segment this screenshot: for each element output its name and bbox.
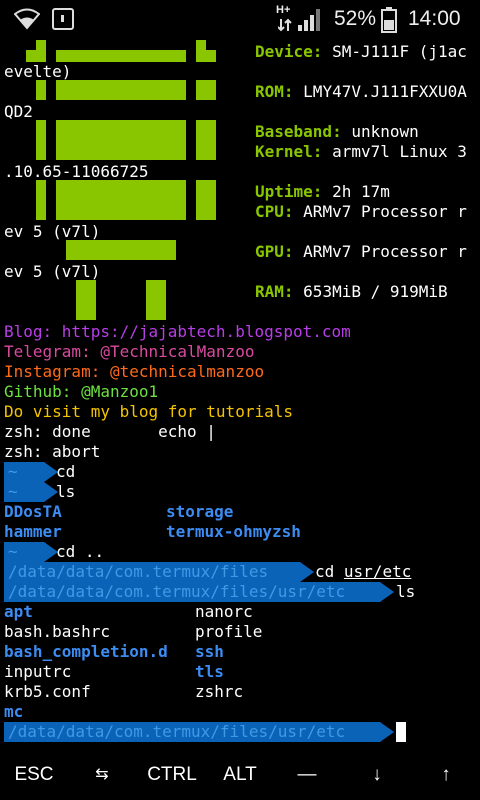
uptime-info: Uptime: 2h 17m: [255, 182, 390, 201]
device-info: Device: SM-J111F (j1ac: [255, 42, 467, 61]
command-text: cd ..: [56, 542, 105, 561]
list-item: apt: [4, 602, 33, 621]
github-line: Github: @Manzoo1: [4, 382, 159, 401]
list-item: hammer: [4, 522, 62, 541]
list-item: bash_completion.d: [4, 642, 168, 661]
list-item: krb5.conf: [4, 682, 91, 701]
dash-key[interactable]: —: [272, 750, 342, 800]
device-info-wrap: evelte): [4, 62, 72, 81]
rom-info-wrap: QD2: [4, 102, 33, 121]
command-text: cd usr/etc: [315, 562, 412, 581]
alt-key[interactable]: ALT: [208, 750, 272, 800]
prompt-path: /data/data/com.termux/files/usr/etc: [4, 722, 380, 742]
cpu-info: CPU: ARMv7 Processor r: [255, 202, 467, 221]
prompt-path: ~: [4, 482, 44, 502]
baseband-info: Baseband: unknown: [255, 122, 419, 141]
prompt-path: /data/data/com.termux/files: [4, 562, 300, 582]
prompt-path: ~: [4, 542, 44, 562]
prompt-arrow: [380, 722, 394, 742]
list-item: storage: [166, 502, 234, 521]
list-item: mc: [4, 702, 24, 721]
list-item: inputrc: [4, 662, 72, 681]
list-item: termux-ohmyzsh: [166, 522, 301, 541]
list-item: tls: [195, 662, 224, 681]
command-text: ls: [396, 582, 416, 601]
visit-blog-line: Do visit my blog for tutorials: [4, 402, 293, 421]
gpu-info: GPU: ARMv7 Processor r: [255, 242, 467, 261]
blog-link[interactable]: Blog: https://jajabtech.blogspot.com: [4, 322, 351, 342]
list-item: nanorc: [195, 602, 253, 621]
list-item: zshrc: [195, 682, 244, 701]
zsh-done-line: zsh: done echo |: [4, 422, 216, 441]
gpu-info-wrap: ev 5 (v7l): [4, 262, 101, 281]
prompt-path: /data/data/com.termux/files/usr/etc: [4, 582, 380, 602]
down-arrow-key[interactable]: ↓: [342, 750, 412, 800]
zsh-abort-line: zsh: abort: [4, 442, 101, 461]
command-text: ls: [56, 482, 76, 501]
command-text: cd: [56, 462, 76, 481]
list-item: DDosTA: [4, 502, 62, 521]
prompt-arrow: [300, 562, 314, 582]
prompt-path: ~: [4, 462, 44, 482]
ctrl-key[interactable]: CTRL: [136, 750, 208, 800]
list-item: profile: [195, 622, 263, 641]
tab-key[interactable]: ⇆: [68, 750, 136, 800]
list-item: ssh: [195, 642, 224, 661]
esc-key[interactable]: ESC: [0, 750, 68, 800]
prompt-arrow: [380, 582, 394, 602]
extra-keys-bar: ESC ⇆ CTRL ALT — ↓ ↑: [0, 750, 480, 800]
terminal-screen[interactable]: Device: SM-J111F (j1ac evelte) ROM: LMY4…: [0, 0, 480, 750]
up-arrow-key[interactable]: ↑: [412, 750, 480, 800]
cpu-info-wrap: ev 5 (v7l): [4, 222, 101, 241]
instagram-line: Instagram: @technicalmanzoo: [4, 362, 265, 381]
rom-info: ROM: LMY47V.J111FXXU0A: [255, 82, 467, 101]
kernel-info-wrap: .10.65-11066725: [4, 162, 149, 181]
telegram-line: Telegram: @TechnicalManzoo: [4, 342, 255, 361]
list-item: bash.bashrc: [4, 622, 110, 641]
kernel-info: Kernel: armv7l Linux 3: [255, 142, 467, 161]
text-cursor[interactable]: [396, 722, 406, 742]
ram-info: RAM: 653MiB / 919MiB: [255, 282, 448, 301]
